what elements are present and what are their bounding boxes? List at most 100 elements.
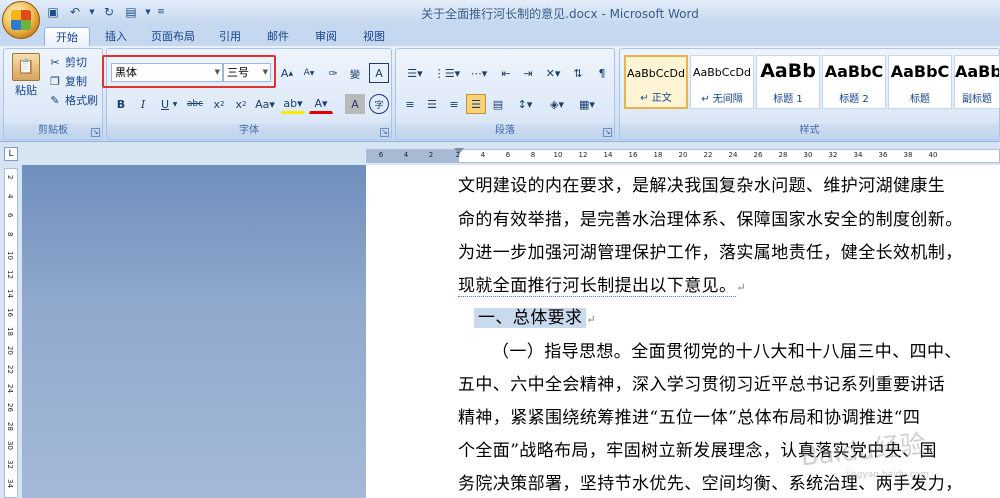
document-line: 为进一步加强河湖管理保护工作，落实属地责任，健全长效机制，: [458, 238, 963, 263]
style-normal[interactable]: AaBbCcDd ↵ 正文: [624, 55, 688, 109]
ruler-tick-label: 40: [928, 151, 938, 159]
tab-selector-button[interactable]: L: [4, 147, 18, 161]
ruler-tick-label: 28: [778, 151, 788, 159]
paragraph-group-label: 段落: [396, 124, 614, 138]
strikethrough-icon[interactable]: abc: [183, 94, 207, 114]
ruler-tick-label: 32: [828, 151, 838, 159]
chevron-down-icon[interactable]: ▼: [171, 94, 179, 114]
subscript-icon[interactable]: x2: [209, 94, 229, 114]
vertical-ruler-tick-label: 28: [6, 422, 14, 431]
highlight-color-icon[interactable]: ab▾: [281, 94, 305, 114]
font-size-value: 三号: [227, 66, 249, 79]
align-left-icon[interactable]: ≡: [400, 94, 420, 114]
scissors-icon: ✂: [50, 55, 60, 69]
line-text: （一）指导思想。全面贯彻党的十八大和十八届三中、四中、: [492, 342, 962, 362]
shading-icon[interactable]: ◈▾: [544, 94, 570, 114]
chinese-layout-icon[interactable]: ✕▾: [540, 63, 566, 83]
tab-insert[interactable]: 插入: [96, 27, 136, 46]
tab-mailings[interactable]: 邮件: [258, 27, 298, 46]
ruler-tick-label: 2: [428, 151, 434, 159]
style-sample: AaBbC: [890, 62, 950, 81]
ribbon-tab-bar: 开始 插入 页面布局 引用 邮件 审阅 视图: [0, 24, 1000, 46]
style-title[interactable]: AaBbC 标题: [888, 55, 952, 109]
font-name-value: 黑体: [115, 66, 137, 79]
horizontal-ruler[interactable]: 6 4 2 2 4 6 8 10 12 14 16 18 20 22 24 26 28 30 32 34 36 38 40: [366, 148, 1000, 163]
decrease-indent-icon[interactable]: ⇤: [496, 63, 516, 83]
grow-font-icon[interactable]: A ▲: [277, 63, 297, 83]
tab-references[interactable]: 引用: [210, 27, 250, 46]
paste-icon: 📋: [12, 53, 40, 81]
justify-icon[interactable]: ☰: [466, 94, 486, 114]
font-name-combo[interactable]: 黑体 ▼: [111, 63, 223, 82]
style-name: 标题 2: [839, 94, 869, 105]
font-launcher-icon[interactable]: ↘: [380, 128, 389, 137]
cut-button[interactable]: ✂ 剪切: [48, 54, 87, 70]
style-sample: AaBb: [955, 62, 999, 81]
increase-indent-icon[interactable]: ⇥: [518, 63, 538, 83]
paragraph-launcher-icon[interactable]: ↘: [603, 128, 612, 137]
copy-button[interactable]: ❐ 复制: [48, 73, 87, 89]
style-subtitle[interactable]: AaBb 副标题: [954, 55, 1000, 109]
italic-icon[interactable]: I: [133, 94, 153, 114]
distributed-icon[interactable]: ▤: [488, 94, 508, 114]
align-right-icon[interactable]: ≡: [444, 94, 464, 114]
phonetic-guide-icon[interactable]: 變: [345, 63, 365, 83]
ruler-tick-label: 12: [578, 151, 588, 159]
paragraph-group: ☰▾ ⋮☰▾ ⋯▾ ⇤ ⇥ ✕▾ ⇅ ¶ ≡ ☰ ≡ ☰ ▤ ↕▾ ◈▾ ▦▾ …: [395, 48, 615, 140]
tab-review[interactable]: 审阅: [306, 27, 346, 46]
vertical-ruler-tick-label: 12: [6, 270, 14, 279]
chevron-down-icon: ▼: [262, 68, 268, 76]
watermark-url: jingyan.baidu.com: [846, 470, 930, 480]
section-heading[interactable]: 一、总体要求 ↵: [474, 303, 596, 328]
character-border-icon[interactable]: A: [369, 63, 389, 83]
show-marks-icon[interactable]: ¶: [592, 63, 612, 83]
paste-button[interactable]: 📋 粘贴: [8, 53, 44, 98]
office-button[interactable]: [2, 1, 40, 39]
multilevel-list-icon[interactable]: ⋯▾: [464, 63, 494, 83]
vertical-ruler-tick-label: 6: [6, 213, 14, 218]
enclosed-character-icon[interactable]: 字: [369, 94, 389, 114]
line-text: 文明建设的内在要求，是解决我国复杂水问题、维护河湖健康生: [458, 176, 946, 196]
style-heading-1[interactable]: AaBb 标题 1: [756, 55, 820, 109]
tab-page-layout[interactable]: 页面布局: [142, 27, 204, 46]
numbering-icon[interactable]: ⋮☰▾: [432, 63, 462, 83]
tab-home[interactable]: 开始: [44, 27, 90, 46]
vertical-ruler-tick-label: 10: [6, 251, 14, 260]
document-line: 现就全面推行河长制提出以下意见。↵: [458, 271, 747, 297]
font-size-combo[interactable]: 三号 ▼: [223, 63, 271, 82]
bold-icon[interactable]: B: [111, 94, 131, 114]
style-sample: AaBbCcDd: [627, 67, 685, 80]
font-color-icon[interactable]: A▾: [309, 94, 333, 114]
line-spacing-icon[interactable]: ↕▾: [512, 94, 538, 114]
ruler-tick-label: 8: [530, 151, 536, 159]
superscript-icon[interactable]: x2: [231, 94, 251, 114]
clear-formatting-icon[interactable]: ✑: [323, 63, 343, 83]
vertical-ruler-tick-label: 22: [6, 365, 14, 374]
vertical-ruler-tick-label: 20: [6, 346, 14, 355]
sort-icon[interactable]: ⇅: [568, 63, 588, 83]
ruler-tick-label: 4: [480, 151, 486, 159]
shrink-font-icon[interactable]: A ▼: [299, 63, 319, 83]
vertical-ruler[interactable]: 2 4 6 8 10 12 14 16 18 20 22 24 26 28 30 32 34: [4, 168, 18, 498]
style-name: 标题 1: [773, 94, 803, 105]
bullets-icon[interactable]: ☰▾: [400, 63, 430, 83]
style-heading-2[interactable]: AaBbC 标题 2: [822, 55, 886, 109]
align-center-icon[interactable]: ☰: [422, 94, 442, 114]
change-case-icon[interactable]: Aa▾: [253, 94, 277, 114]
tab-view[interactable]: 视图: [354, 27, 394, 46]
format-painter-button[interactable]: ✎ 格式刷: [48, 92, 98, 108]
character-shading-icon[interactable]: A: [345, 94, 365, 114]
ruler-tick-label: 18: [653, 151, 663, 159]
vertical-ruler-tick-label: 4: [6, 194, 14, 199]
clipboard-launcher-icon[interactable]: ↘: [91, 128, 100, 137]
vertical-ruler-tick-label: 2: [6, 175, 14, 180]
paragraph-mark-icon: ↵: [736, 281, 747, 294]
ruler-tick-label: 30: [803, 151, 813, 159]
paste-label: 粘贴: [15, 84, 37, 97]
style-no-spacing[interactable]: AaBbCcDd ↵ 无间隔: [690, 55, 754, 109]
borders-icon[interactable]: ▦▾: [574, 94, 600, 114]
vertical-ruler-tick-label: 30: [6, 441, 14, 450]
ruler-tick-label: 20: [678, 151, 688, 159]
format-painter-icon: ✎: [50, 93, 60, 107]
font-group: 黑体 ▼ 三号 ▼ A ▲ A ▼ ✑ 變 A B I U ▼ abc x2 x2 …: [106, 48, 392, 140]
